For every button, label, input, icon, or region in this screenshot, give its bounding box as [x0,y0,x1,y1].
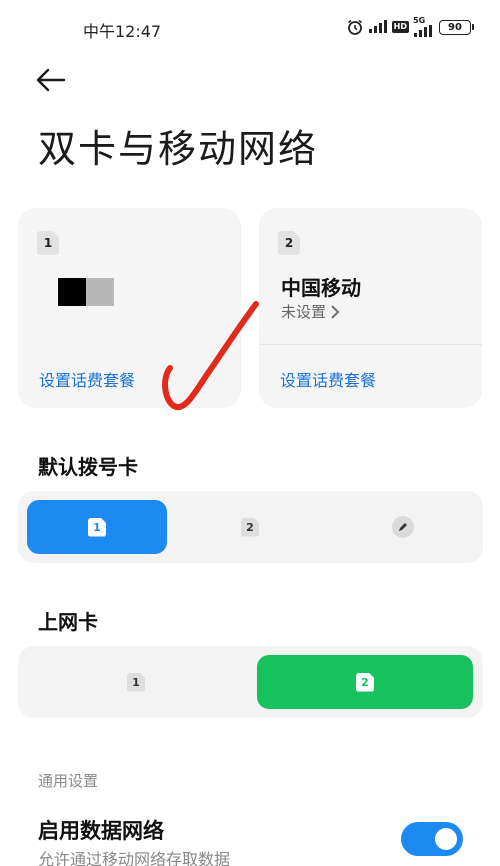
general-settings-label: 通用设置 [38,772,99,790]
battery-icon: 90 [439,19,474,35]
sim-2-chip: 2 [241,517,259,537]
page-title: 双卡与移动网络 [38,127,319,171]
signal-icon [368,20,388,34]
arrow-left-icon [36,68,66,92]
sim-status-label: 未设置 [281,303,327,321]
pencil-icon [392,516,414,538]
data-sim-title: 上网卡 [38,610,98,634]
mobile-data-title: 启用数据网络 [38,819,164,843]
mobile-data-subtitle: 允许通过移动网络存取数据 [38,850,231,866]
set-plan-link-sim2[interactable]: 设置话费套餐 [280,367,376,391]
sim-carrier-name: 中国移动 [281,276,361,300]
sim-carrier-redacted [58,278,114,306]
default-dial-title: 默认拨号卡 [38,455,138,479]
hd-badge: HD [391,21,409,33]
chevron-right-icon [331,304,340,319]
signal-5g-icon: 5G [413,17,435,37]
sim-card-1[interactable]: 1 设置话费套餐 [18,208,241,408]
sim-card-2[interactable]: 2 中国移动 未设置 设置话费套餐 [259,208,482,408]
toggle-knob [435,828,457,850]
data-sim-selector: 1 2 [18,646,483,718]
default-dial-option-ask[interactable] [333,500,473,554]
dual-sim-settings-page: 中午12:47 HD 5G 90 双卡与移动网络 1 设置话费套餐 2 中国移动… [0,0,500,866]
sim-slot-badge: 2 [278,231,300,255]
data-sim-option-sim2[interactable]: 2 [257,655,473,709]
default-dial-option-sim2[interactable]: 2 [180,500,320,554]
sim-1-chip: 1 [127,672,145,692]
sim-slot-badge: 1 [37,231,59,255]
sim-status[interactable]: 未设置 [281,301,340,322]
set-plan-link-sim1[interactable]: 设置话费套餐 [39,367,135,391]
status-time: 中午12:47 [83,22,162,41]
default-dial-selector: 1 2 [18,491,483,563]
mobile-data-toggle[interactable] [401,822,463,856]
battery-level: 90 [439,19,471,35]
sim-2-chip: 2 [356,672,374,692]
alarm-icon [346,18,364,36]
status-icons: HD 5G 90 [346,17,474,37]
network-type-label: 5G [413,16,426,25]
divider [259,344,482,345]
data-sim-option-sim1[interactable]: 1 [66,655,206,709]
back-button[interactable] [36,64,72,96]
status-bar: 中午12:47 HD 5G 90 [0,0,500,56]
default-dial-option-sim1[interactable]: 1 [27,500,167,554]
sim-1-chip: 1 [88,517,106,537]
